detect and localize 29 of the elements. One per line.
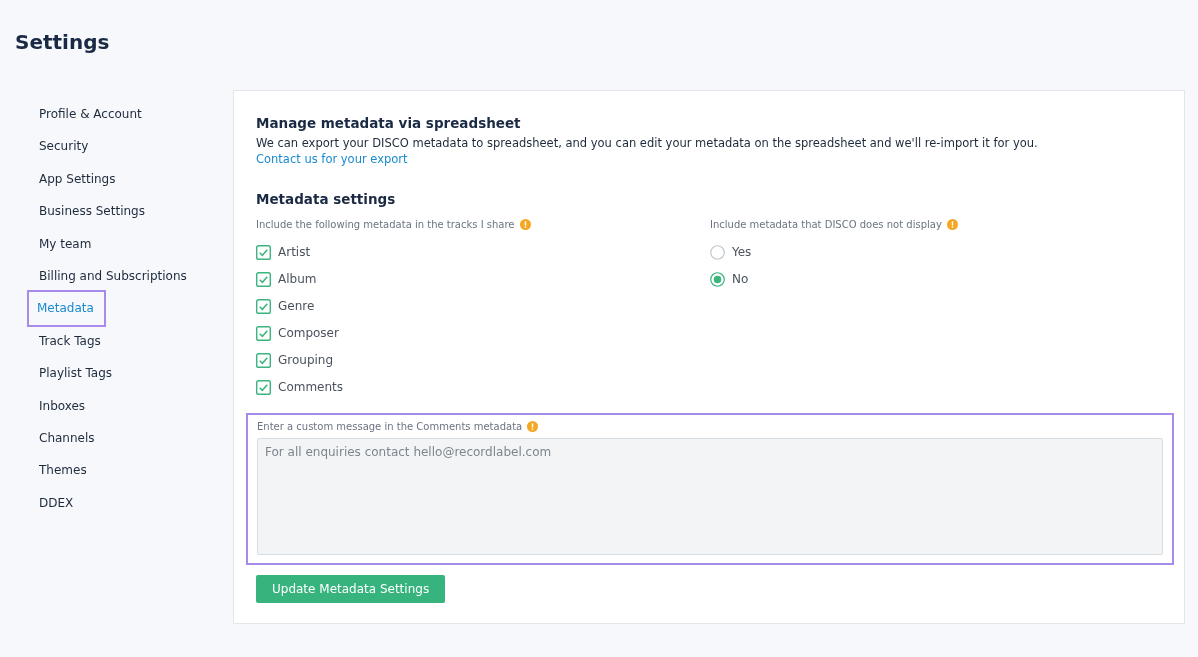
checkbox-label: Genre: [278, 299, 315, 313]
checkbox[interactable]: [256, 298, 271, 314]
checkbox[interactable]: [256, 271, 271, 287]
section-heading: Metadata settings: [256, 191, 397, 207]
checkbox-label: Comments: [278, 380, 344, 394]
radio-button[interactable]: [710, 271, 725, 287]
field-label: Include the following metadata in the tracks I share: [256, 219, 515, 230]
checkbox-label: Album: [278, 272, 317, 286]
checkbox[interactable]: [256, 244, 271, 260]
checkbox[interactable]: [256, 379, 271, 395]
page-title: Settings: [15, 30, 111, 54]
radio-button[interactable]: [710, 244, 725, 260]
checkbox[interactable]: [256, 325, 271, 341]
info-icon: [946, 219, 958, 230]
radio-label: Yes: [732, 245, 752, 259]
description-text: We can export your DISCO metadata to spreadsheet, and you can edit your metadata on the spreadsheet and we'll re-import it for you. Contact us for your export: [256, 135, 1039, 167]
field-label: Include metadata that DISCO does not display: [710, 219, 942, 230]
info-icon: [527, 421, 539, 432]
field-label: Enter a custom message in the Comments metadata: [257, 421, 523, 432]
contact-link[interactable]: Contact us for your export: [256, 152, 408, 166]
section-heading: Manage metadata via spreadsheet: [256, 115, 522, 131]
comment-input-field[interactable]: For all enquiries contact hello@recordlabel.com: [257, 438, 1163, 555]
checkbox-label: Grouping: [278, 353, 334, 367]
checkbox-label: Composer: [278, 326, 339, 340]
sidebar-item[interactable]: Metadata: [27, 290, 106, 327]
checkbox[interactable]: [256, 352, 271, 368]
checkbox-label: Artist: [278, 245, 311, 259]
info-icon: [519, 219, 531, 230]
radio-label: No: [732, 272, 749, 286]
